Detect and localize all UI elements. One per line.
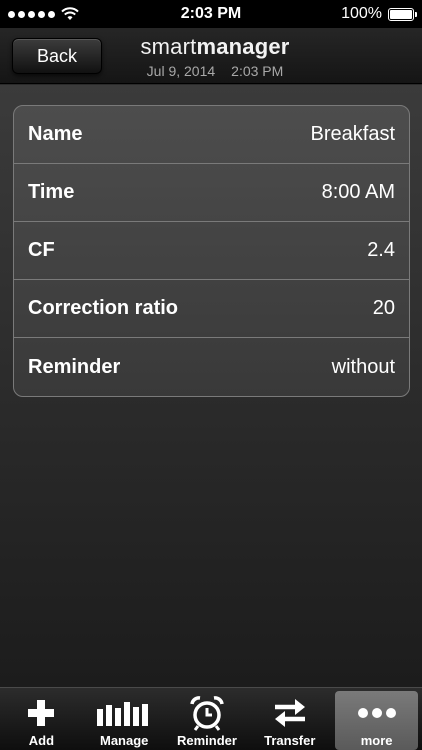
settings-group: Name Breakfast Time 8:00 AM CF 2.4 Corre… bbox=[13, 105, 410, 397]
status-time: 2:03 PM bbox=[180, 5, 242, 22]
tab-transfer[interactable]: Transfer bbox=[248, 688, 331, 750]
status-bar: 2:03 PM 100% bbox=[0, 0, 422, 28]
battery-percent: 100% bbox=[341, 5, 382, 22]
tab-label: more bbox=[360, 733, 393, 748]
signal-strength-icon bbox=[8, 10, 55, 18]
app-title-light: smart bbox=[140, 34, 197, 59]
tab-more[interactable]: more bbox=[335, 691, 418, 750]
row-label: Name bbox=[28, 123, 83, 145]
status-right: 100% bbox=[274, 5, 417, 23]
nav-time: 2:03 PM bbox=[231, 63, 284, 79]
tab-label: Add bbox=[28, 733, 55, 748]
row-label: Reminder bbox=[28, 355, 121, 378]
tab-reminder[interactable]: Reminder bbox=[166, 688, 249, 750]
tab-label: Transfer bbox=[264, 733, 316, 748]
nav-date: Jul 9, 2014 bbox=[146, 63, 216, 79]
bars-icon bbox=[97, 693, 151, 733]
tab-label: Reminder bbox=[177, 733, 237, 748]
nav-bar: Back smartmanager Jul 9, 2014 2:03 PM bbox=[0, 28, 422, 84]
row-reminder[interactable]: Reminder without bbox=[14, 338, 409, 396]
tab-manage[interactable]: Manage bbox=[83, 688, 166, 750]
alarm-clock-icon bbox=[189, 693, 225, 733]
transfer-arrows-icon bbox=[273, 693, 307, 733]
more-dots-icon bbox=[357, 693, 397, 733]
row-label: CF bbox=[28, 239, 55, 261]
status-left bbox=[8, 7, 148, 21]
row-value: 2.4 bbox=[367, 239, 395, 261]
row-value: without bbox=[331, 355, 395, 378]
row-value: 20 bbox=[372, 297, 395, 319]
back-button[interactable]: Back bbox=[12, 38, 102, 74]
nav-datetime: Jul 9, 2014 2:03 PM bbox=[130, 63, 300, 79]
row-time[interactable]: Time 8:00 AM bbox=[14, 164, 409, 222]
row-label: Correction ratio bbox=[28, 297, 179, 319]
row-name[interactable]: Name Breakfast bbox=[14, 106, 409, 164]
tab-add[interactable]: Add bbox=[0, 688, 83, 750]
content-area: Name Breakfast Time 8:00 AM CF 2.4 Corre… bbox=[0, 85, 422, 687]
wifi-icon bbox=[61, 7, 79, 21]
battery-icon bbox=[388, 7, 417, 21]
tab-bar: Add Manage Reminder Transfer more bbox=[0, 687, 422, 750]
app-title: smartmanager bbox=[130, 34, 300, 60]
row-value: 8:00 AM bbox=[321, 181, 395, 203]
row-label: Time bbox=[28, 181, 75, 203]
row-correction-ratio[interactable]: Correction ratio 20 bbox=[14, 280, 409, 338]
row-cf[interactable]: CF 2.4 bbox=[14, 222, 409, 280]
app-title-bold: manager bbox=[196, 34, 290, 59]
row-value: Breakfast bbox=[310, 123, 395, 145]
tab-label: Manage bbox=[99, 733, 149, 748]
plus-icon bbox=[26, 693, 56, 733]
